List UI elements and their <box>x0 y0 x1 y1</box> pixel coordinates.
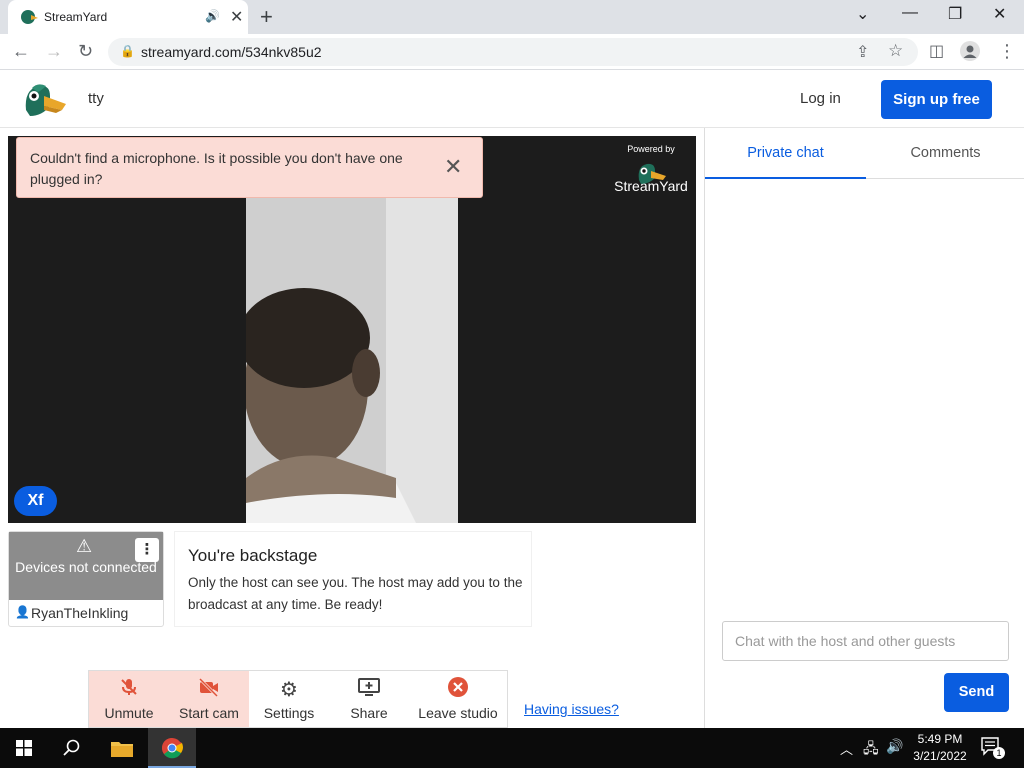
streamyard-duck-icon <box>638 163 666 184</box>
bookmark-star-icon[interactable]: ☆ <box>888 41 903 61</box>
tab-search-icon[interactable]: ⌄ <box>856 4 869 24</box>
clock-date: 3/21/2022 <box>913 749 967 763</box>
side-panel-icon[interactable]: ◫ <box>929 41 944 61</box>
chrome-taskbar-button[interactable] <box>148 728 196 768</box>
chrome-icon <box>162 738 183 759</box>
lock-icon[interactable]: 🔒 <box>120 44 135 58</box>
window-close-icon[interactable]: ✕ <box>993 4 1006 24</box>
new-tab-icon[interactable]: + <box>260 4 273 30</box>
participant-name: RyanTheInkling <box>31 605 129 621</box>
backstage-info: You're backstage Only the host can see y… <box>174 531 532 627</box>
clock-time: 5:49 PM <box>917 732 963 746</box>
file-explorer-button[interactable] <box>98 728 146 768</box>
folder-icon <box>111 742 133 757</box>
streamyard-favicon-icon <box>21 10 38 24</box>
participant-card: ⚠ Devices not connected ⋮ 👤 RyanTheInkli… <box>8 531 164 627</box>
browser-toolbar: ← → ↻ 🔒 streamyard.com/534nkv85u2 ⇪ ☆ ◫ … <box>0 34 1024 70</box>
leave-icon <box>409 677 507 702</box>
chat-input[interactable] <box>722 621 1009 661</box>
leave-studio-button[interactable]: Leave studio <box>409 671 507 727</box>
url-text: streamyard.com/534nkv85u2 <box>141 44 322 60</box>
microphone-alert: Couldn't find a microphone. Is it possib… <box>16 137 483 198</box>
tab-private-chat[interactable]: Private chat <box>705 128 866 179</box>
alert-close-icon[interactable]: ✕ <box>444 154 462 180</box>
person-icon: 👤 <box>15 605 30 619</box>
browser-tab-strip: StreamYard 🔊 ✕ + ⌄ — ❐ ✕ <box>0 0 1024 34</box>
back-icon[interactable]: ← <box>12 41 30 62</box>
clock[interactable]: 5:49 PM 3/21/2022 <box>910 731 970 765</box>
browser-tab[interactable]: StreamYard 🔊 ✕ <box>8 0 248 34</box>
settings-label: Settings <box>263 705 315 721</box>
streamyard-logo[interactable] <box>22 80 66 118</box>
send-button[interactable]: Send <box>944 673 1009 712</box>
alert-message: Couldn't find a microphone. Is it possib… <box>30 150 403 187</box>
backstage-title: You're backstage <box>188 546 318 565</box>
app-header: tty Log in Sign up free <box>0 70 1024 128</box>
share-button[interactable]: Share <box>329 671 409 727</box>
windows-taskbar: ︿ 🖧 🔊 5:49 PM 3/21/2022 1 <box>0 728 1024 768</box>
camera-off-icon <box>169 677 249 702</box>
powered-by-badge: Powered by StreamYard <box>606 144 696 194</box>
start-cam-label: Start cam <box>179 705 239 721</box>
unmute-button[interactable]: Unmute <box>89 671 169 727</box>
sign-up-button[interactable]: Sign up free <box>881 80 992 119</box>
search-icon <box>63 739 80 756</box>
participant-thumbnail: ⚠ Devices not connected ⋮ <box>9 532 163 600</box>
share-label: Share <box>350 705 388 721</box>
notification-count: 1 <box>993 747 1005 759</box>
warning-icon: ⚠ <box>76 536 93 556</box>
chat-sidebar: Private chat Comments Send <box>704 128 1024 728</box>
address-bar[interactable]: 🔒 streamyard.com/534nkv85u2 ⇪ ☆ <box>108 38 918 66</box>
network-icon[interactable]: 🖧 <box>863 738 879 762</box>
participant-menu-button[interactable]: ⋮ <box>135 538 159 562</box>
start-cam-button[interactable]: Start cam <box>169 671 249 727</box>
backstage-text: Only the host can see you. The host may … <box>188 575 523 612</box>
browser-menu-icon[interactable]: ⋮ <box>998 41 1016 62</box>
participant-initials-badge: Xf <box>14 486 57 516</box>
video-frame-image <box>246 198 458 523</box>
tab-title: StreamYard <box>44 10 108 24</box>
screen-share-icon <box>329 677 409 702</box>
participant-video <box>246 198 458 523</box>
unmute-label: Unmute <box>104 705 154 721</box>
tab-close-icon[interactable]: ✕ <box>230 7 243 27</box>
tab-audio-icon[interactable]: 🔊 <box>205 9 220 23</box>
notifications-button[interactable]: 1 <box>980 736 1005 760</box>
powered-by-text: Powered by <box>627 144 675 154</box>
tray-chevron-icon[interactable]: ︿ <box>840 739 853 758</box>
share-page-icon[interactable]: ⇪ <box>856 42 869 62</box>
mic-off-icon <box>89 677 169 702</box>
studio-name: tty <box>88 90 104 107</box>
minimize-icon[interactable]: — <box>902 4 918 22</box>
gear-icon: ⚙ <box>280 679 298 701</box>
windows-logo-icon <box>16 740 32 756</box>
volume-icon[interactable]: 🔊 <box>886 738 903 755</box>
start-button[interactable] <box>0 728 48 768</box>
having-issues-link[interactable]: Having issues? <box>524 701 619 717</box>
restore-icon[interactable]: ❐ <box>948 4 962 24</box>
settings-button[interactable]: ⚙ Settings <box>249 671 329 727</box>
forward-icon[interactable]: → <box>45 41 63 62</box>
login-link[interactable]: Log in <box>800 90 841 107</box>
tab-comments[interactable]: Comments <box>866 128 1024 179</box>
search-button[interactable] <box>48 728 96 768</box>
studio-controls: Unmute Start cam ⚙ Settings Share Leave … <box>88 670 508 728</box>
profile-avatar-icon[interactable] <box>960 41 980 66</box>
leave-studio-label: Leave studio <box>418 705 498 721</box>
reload-icon[interactable]: ↻ <box>78 41 93 62</box>
